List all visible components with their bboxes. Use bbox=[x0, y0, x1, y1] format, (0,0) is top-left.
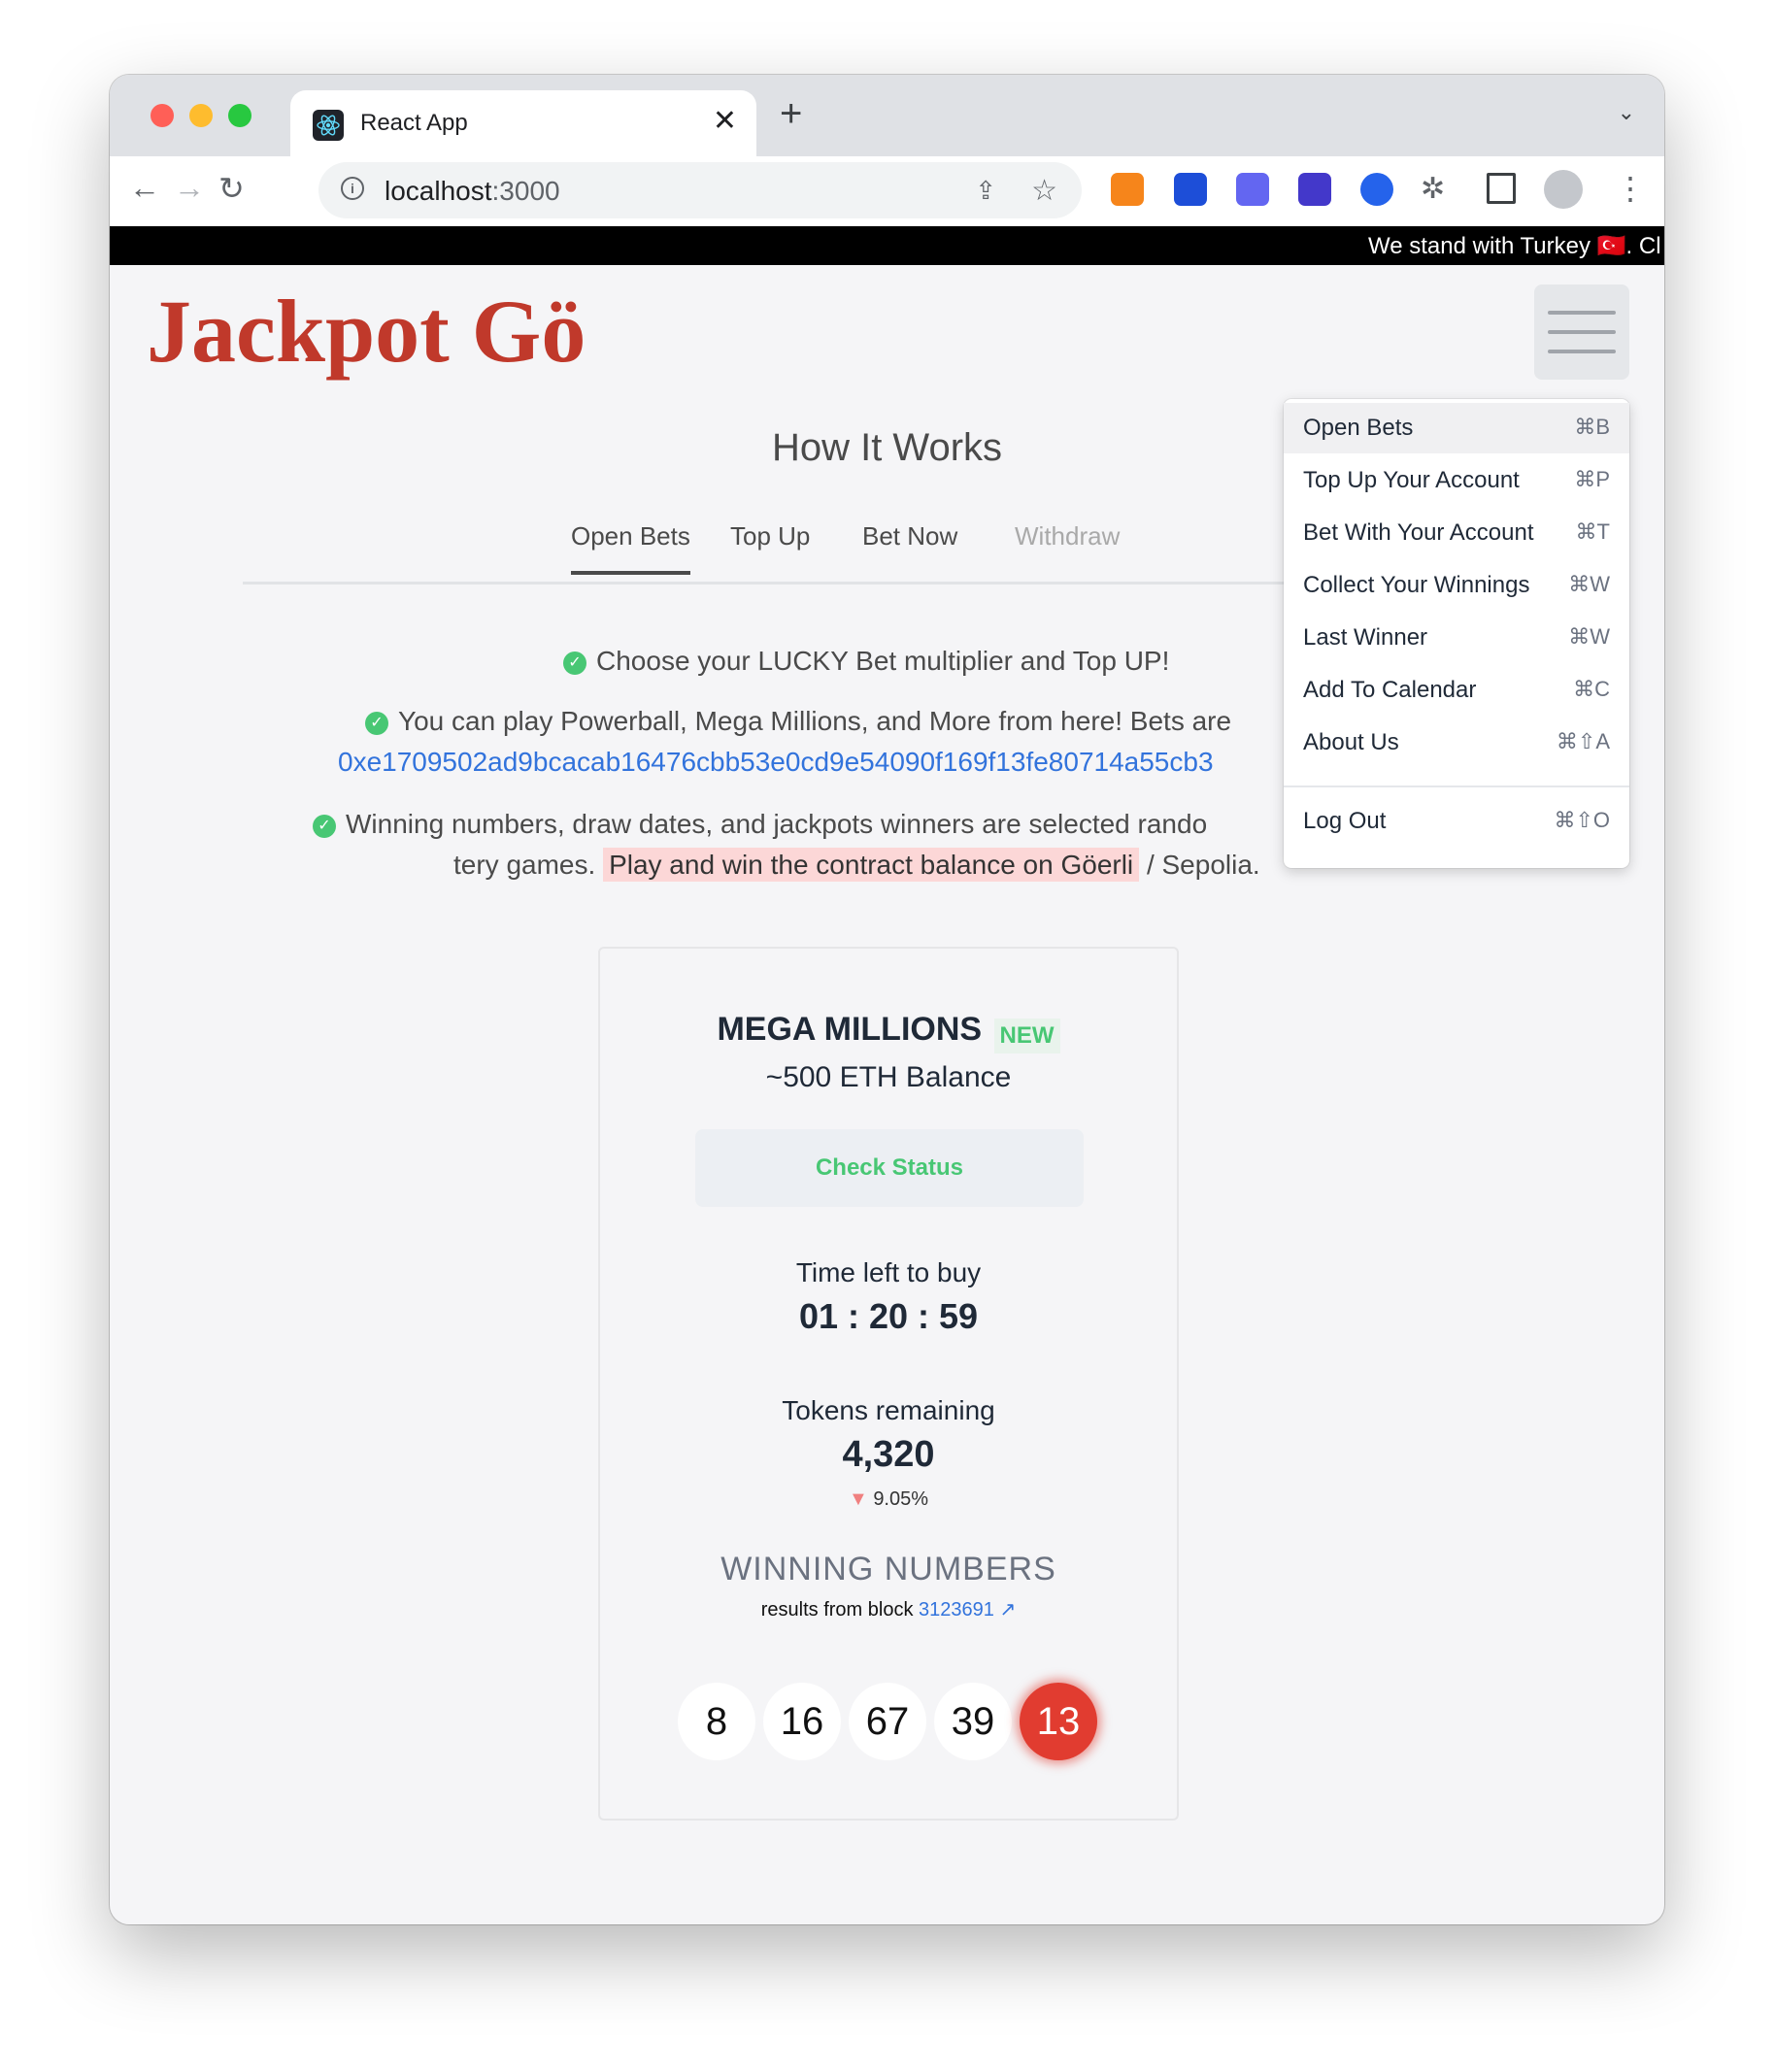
menu-item-add-to-calendar[interactable]: Add To Calendar ⌘C bbox=[1284, 665, 1629, 716]
address-bar[interactable]: i localhost:3000 ⇪ ☆ bbox=[318, 162, 1082, 218]
forward-arrow-icon[interactable]: → bbox=[174, 170, 205, 206]
close-window-button[interactable] bbox=[151, 104, 174, 127]
tab-close-icon[interactable]: ✕ bbox=[713, 104, 737, 138]
how-it-works-tabs: Open Bets Top Up Bet Now Withdraw bbox=[243, 504, 1408, 585]
countdown-timer: 01 : 20 : 59 bbox=[798, 1296, 979, 1336]
hamburger-line bbox=[1548, 350, 1616, 353]
browser-tab[interactable]: React App ✕ bbox=[290, 90, 756, 158]
instruction-line-4: tery games. Play and win the contract ba… bbox=[453, 848, 1260, 882]
contract-address-link[interactable]: 0xe1709502ad9bcacab16476cbb53e0cd9e54090… bbox=[338, 747, 1214, 778]
results-from-block: results from block 3123691 ↗ bbox=[760, 1599, 1017, 1621]
dropdown-menu: Open Bets ⌘B Top Up Your Account ⌘P Bet … bbox=[1284, 399, 1629, 868]
mega-ball: 13 bbox=[1020, 1683, 1097, 1760]
check-circle-icon: ✓ bbox=[313, 814, 336, 838]
site-logo[interactable]: Jackpot Gö bbox=[147, 286, 586, 376]
tab-bet-now[interactable]: Bet Now bbox=[862, 521, 957, 551]
game-title: MEGA MILLIONS bbox=[717, 1011, 983, 1048]
menu-item-bet-with-account[interactable]: Bet With Your Account ⌘T bbox=[1284, 508, 1629, 558]
hamburger-line bbox=[1548, 311, 1616, 315]
instruction-line-2: ✓ You can play Powerball, Mega Millions, … bbox=[365, 706, 1231, 737]
announcement-banner: We stand with Turkey 🇹🇷. Cl bbox=[110, 226, 1664, 265]
tokens-remaining-value: 4,320 bbox=[842, 1434, 935, 1475]
menu-item-open-bets[interactable]: Open Bets ⌘B bbox=[1284, 403, 1629, 453]
tokens-change: ▼ 9.05% bbox=[600, 1488, 1177, 1511]
hamburger-line bbox=[1548, 330, 1616, 334]
extension-globe-icon[interactable] bbox=[1174, 173, 1207, 206]
winning-ball: 67 bbox=[849, 1683, 926, 1760]
new-badge: NEW bbox=[993, 1018, 1060, 1053]
new-tab-icon[interactable]: + bbox=[780, 94, 802, 133]
browser-window: React App ✕ + ⌄ ← → ↻ i localhost:3000 ⇪… bbox=[110, 75, 1664, 1924]
tokens-remaining-label: Tokens remaining bbox=[782, 1395, 995, 1425]
reload-icon[interactable]: ↻ bbox=[218, 170, 245, 207]
browser-menu-icon[interactable]: ⋮ bbox=[1615, 170, 1646, 207]
winning-ball: 16 bbox=[763, 1683, 841, 1760]
share-icon[interactable]: ⇪ bbox=[975, 176, 996, 206]
react-favicon-icon bbox=[313, 110, 344, 141]
menu-item-collect-winnings[interactable]: Collect Your Winnings ⌘W bbox=[1284, 560, 1629, 611]
highlight-network-text: Play and win the contract balance on Göe… bbox=[603, 848, 1140, 882]
instruction-line-1: ✓ Choose your LUCKY Bet multiplier and To… bbox=[563, 646, 1169, 677]
menu-item-log-out[interactable]: Log Out ⌘⇧O bbox=[1284, 796, 1629, 847]
winning-numbers-title: WINNING NUMBERS bbox=[720, 1551, 1056, 1587]
hamburger-menu-button[interactable] bbox=[1534, 284, 1629, 380]
tab-top-up[interactable]: Top Up bbox=[730, 521, 810, 551]
check-circle-icon: ✓ bbox=[365, 711, 388, 735]
back-arrow-icon[interactable]: ← bbox=[129, 170, 160, 206]
down-triangle-icon: ▼ bbox=[848, 1488, 868, 1510]
instruction-line-3: ✓ Winning numbers, draw dates, and jackpo… bbox=[313, 809, 1207, 840]
extension-a-icon[interactable] bbox=[1298, 173, 1331, 206]
extensions-puzzle-icon[interactable]: ✲ bbox=[1421, 172, 1445, 206]
check-status-button[interactable]: Check Status bbox=[695, 1129, 1084, 1207]
menu-item-last-winner[interactable]: Last Winner ⌘W bbox=[1284, 613, 1629, 663]
bookmark-star-icon[interactable]: ☆ bbox=[1031, 174, 1057, 208]
external-link-icon[interactable]: ↗ bbox=[999, 1599, 1016, 1621]
check-circle-icon: ✓ bbox=[563, 651, 586, 675]
browser-toolbar: ← → ↻ i localhost:3000 ⇪ ☆ ✲ ⋮ bbox=[110, 156, 1664, 226]
tab-search-chevron-icon[interactable]: ⌄ bbox=[1618, 100, 1635, 125]
lottery-card: MEGA MILLIONS NEW ~500 ETH Balance Check… bbox=[598, 947, 1179, 1821]
tab-strip: React App ✕ + ⌄ bbox=[110, 75, 1664, 158]
block-link[interactable]: 3123691 bbox=[919, 1599, 994, 1621]
extension-paper-plane-icon[interactable] bbox=[1236, 173, 1269, 206]
tab-withdraw[interactable]: Withdraw bbox=[1015, 521, 1120, 551]
site-info-icon[interactable]: i bbox=[341, 177, 364, 200]
game-title-row: MEGA MILLIONS NEW bbox=[600, 1011, 1177, 1053]
menu-divider bbox=[1284, 785, 1629, 787]
winning-ball: 39 bbox=[934, 1683, 1012, 1760]
minimize-window-button[interactable] bbox=[189, 104, 213, 127]
banner-text: We stand with Turkey 🇹🇷. Cl bbox=[1368, 233, 1661, 259]
tab-title: React App bbox=[360, 110, 468, 136]
tokens-change-value: 9.05% bbox=[873, 1488, 929, 1510]
metamask-extension-icon[interactable] bbox=[1111, 173, 1144, 206]
extension-ring-icon[interactable] bbox=[1360, 173, 1393, 206]
tab-open-bets[interactable]: Open Bets bbox=[571, 521, 690, 575]
time-left-label: Time left to buy bbox=[795, 1257, 982, 1287]
winning-ball: 8 bbox=[678, 1683, 755, 1760]
zoom-window-button[interactable] bbox=[228, 104, 251, 127]
balance-text: ~500 ETH Balance bbox=[765, 1061, 1012, 1093]
url-text: localhost:3000 bbox=[385, 176, 560, 206]
menu-item-top-up[interactable]: Top Up Your Account ⌘P bbox=[1284, 455, 1629, 506]
profile-avatar-icon[interactable] bbox=[1544, 170, 1583, 209]
side-panel-icon[interactable] bbox=[1487, 173, 1516, 204]
menu-item-about-us[interactable]: About Us ⌘⇧A bbox=[1284, 718, 1629, 768]
